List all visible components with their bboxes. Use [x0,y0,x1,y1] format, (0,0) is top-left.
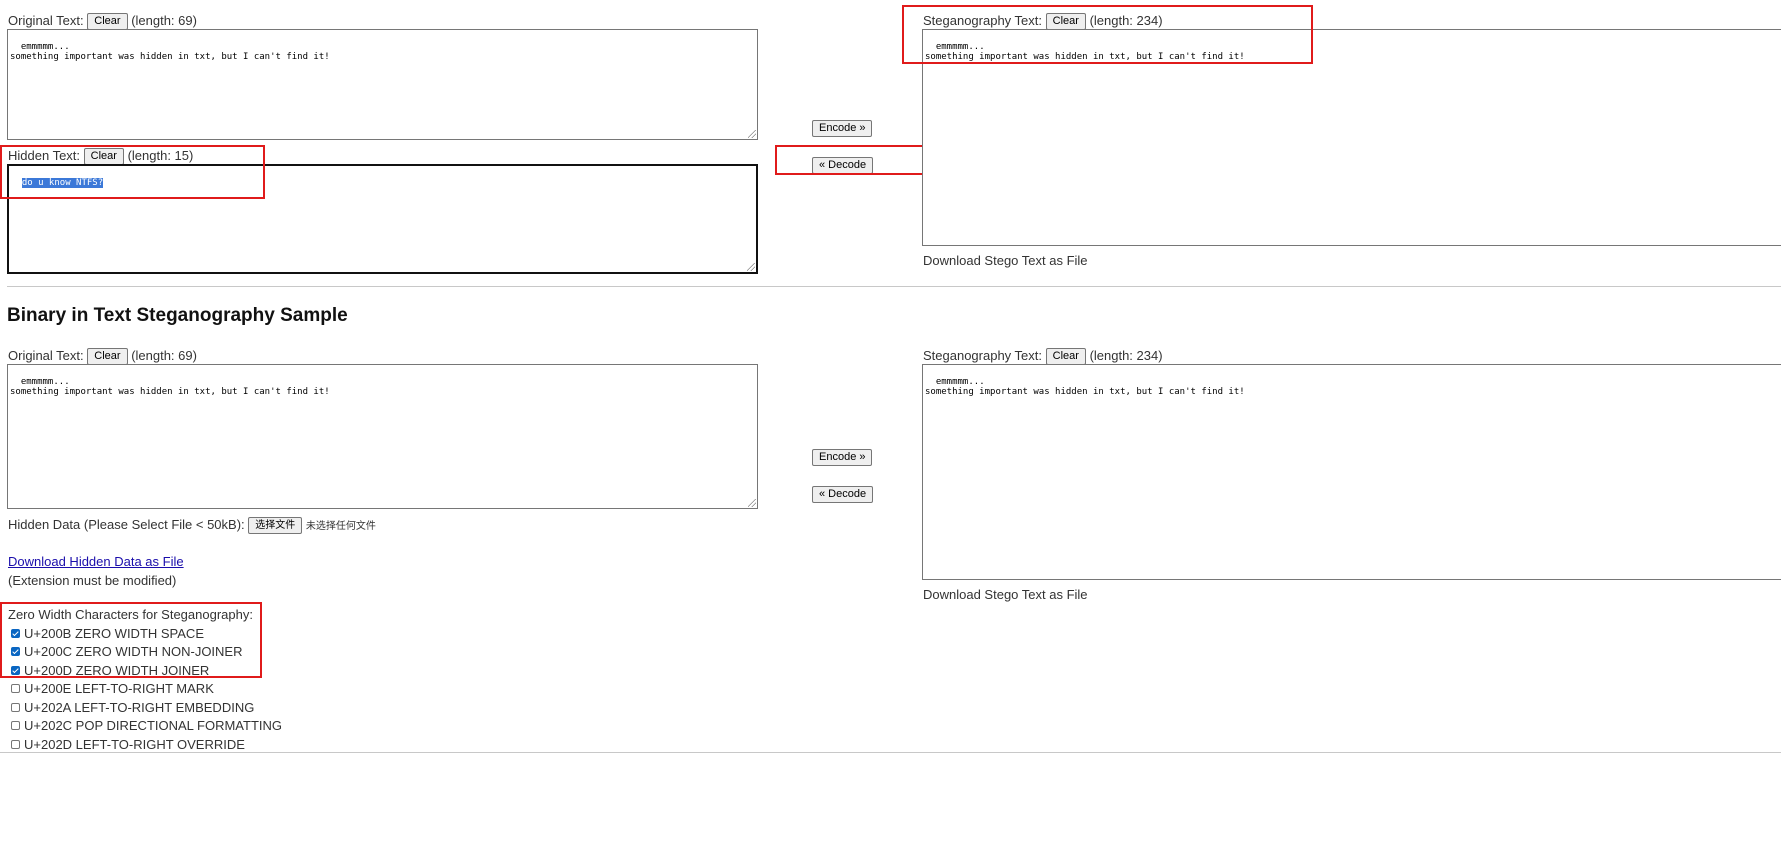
encode-button-2[interactable]: Encode » [812,449,873,466]
original-text-label-2: Original Text: [8,348,84,363]
stego-text-area[interactable]: emmmmm... something important was hidden… [922,29,1781,246]
hidden-text-content: do u know NTFS? [21,178,104,188]
stego-text-content-2: emmmmm... something important was hidden… [925,377,1245,397]
checkbox-checked-icon[interactable] [11,629,20,639]
file-status: 未选择任何文件 [305,521,376,532]
option-label: U+200D ZERO WIDTH JOINER [24,663,210,678]
stego-text-area-2[interactable]: emmmmm... something important was hidden… [922,364,1781,580]
resize-handle-icon[interactable] [748,130,756,138]
option-label: U+202D LEFT-TO-RIGHT OVERRIDE [24,737,245,752]
option-pop-directional[interactable]: U+202C POP DIRECTIONAL FORMATTING [11,718,282,733]
original-text-area-2[interactable]: emmmmm... something important was hidden… [7,364,758,509]
option-zero-width-non-joiner[interactable]: U+200C ZERO WIDTH NON-JOINER [11,644,243,659]
checkbox-unchecked-icon[interactable] [11,721,20,731]
option-zero-width-space[interactable]: U+200B ZERO WIDTH SPACE [11,626,204,641]
original-length-2: (length: 69) [131,348,197,363]
clear-stego-button[interactable]: Clear [1045,13,1086,31]
option-label: U+200C ZERO WIDTH NON-JOINER [24,644,243,659]
option-ltr-override[interactable]: U+202D LEFT-TO-RIGHT OVERRIDE [11,737,245,752]
clear-original-button-2[interactable]: Clear [87,348,128,366]
option-zero-width-joiner[interactable]: U+200D ZERO WIDTH JOINER [11,663,209,678]
option-label: U+202A LEFT-TO-RIGHT EMBEDDING [24,700,255,715]
checkbox-unchecked-icon[interactable] [11,740,20,750]
option-ltr-embedding[interactable]: U+202A LEFT-TO-RIGHT EMBEDDING [11,700,254,715]
bottom-divider [0,752,1781,753]
original-text-row: Original Text: Clear (length: 69) [8,13,197,31]
hidden-length: (length: 15) [127,148,194,163]
stego-text-label-2: Steganography Text: [923,348,1043,363]
stego-text-label: Steganography Text: [923,13,1043,28]
option-label: U+202C POP DIRECTIONAL FORMATTING [24,718,283,733]
section-divider [7,286,1781,287]
hidden-text-area[interactable]: do u know NTFS? [7,164,758,274]
download-stego-text-2[interactable]: Download Stego Text as File [923,587,1088,602]
original-text-content-2: emmmmm... something important was hidden… [10,377,330,397]
checkbox-checked-icon[interactable] [11,666,20,676]
download-hidden-data-link[interactable]: Download Hidden Data as File [8,554,184,569]
original-text-area[interactable]: emmmmm... something important was hidden… [7,29,758,140]
decode-button-2[interactable]: « Decode [812,486,874,503]
checkbox-unchecked-icon[interactable] [11,684,20,694]
clear-original-button[interactable]: Clear [87,13,128,31]
option-label: U+200B ZERO WIDTH SPACE [24,626,204,641]
resize-handle-icon[interactable] [747,263,755,271]
extension-note: (Extension must be modified) [8,573,177,588]
zero-width-title: Zero Width Characters for Steganography: [8,607,253,622]
hidden-text-row: Hidden Text: Clear (length: 15) [8,148,194,166]
section-heading: Binary in Text Steganography Sample [7,305,348,326]
choose-file-button[interactable]: 选择文件 [248,517,303,535]
option-ltr-mark[interactable]: U+200E LEFT-TO-RIGHT MARK [11,681,214,696]
decode-button[interactable]: « Decode [812,157,874,174]
checkbox-checked-icon[interactable] [11,647,20,657]
stego-length-2: (length: 234) [1089,348,1163,363]
resize-handle-icon[interactable] [748,499,756,507]
hidden-data-label: Hidden Data (Please Select File < 50kB): [8,517,245,532]
original-text-content: emmmmm... something important was hidden… [10,42,330,62]
download-stego-text[interactable]: Download Stego Text as File [923,253,1088,268]
encode-button[interactable]: Encode » [812,120,873,137]
stego-length: (length: 234) [1089,13,1163,28]
stego-text-content: emmmmm... something important was hidden… [925,42,1245,62]
hidden-data-row: Hidden Data (Please Select File < 50kB):… [8,517,376,535]
original-length: (length: 69) [131,13,197,28]
option-label: U+200E LEFT-TO-RIGHT MARK [24,681,214,696]
checkbox-unchecked-icon[interactable] [11,703,20,713]
clear-stego-button-2[interactable]: Clear [1045,348,1086,366]
stego-text-row: Steganography Text: Clear (length: 234) [923,13,1163,31]
original-text-label: Original Text: [8,13,84,28]
hidden-text-label: Hidden Text: [8,148,81,163]
clear-hidden-button[interactable]: Clear [83,148,124,166]
original-text-row-2: Original Text: Clear (length: 69) [8,348,197,366]
stego-text-row-2: Steganography Text: Clear (length: 234) [923,348,1163,366]
